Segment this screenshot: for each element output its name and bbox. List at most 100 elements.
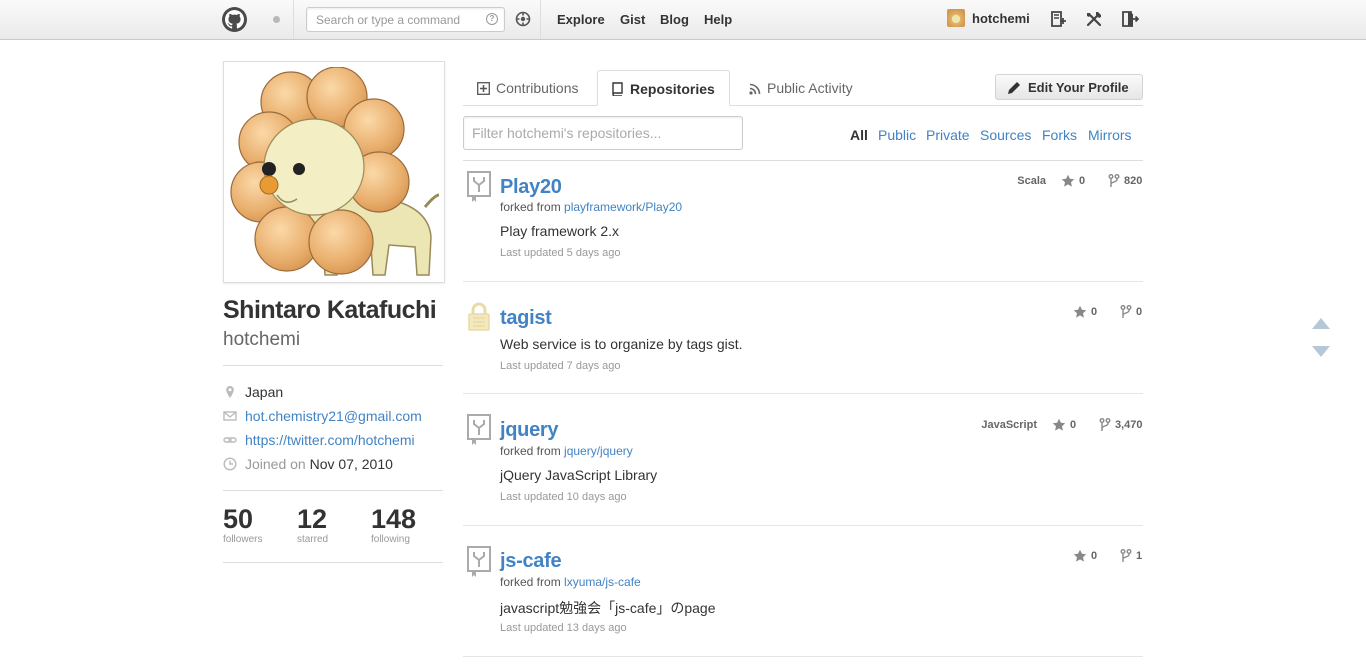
star-count[interactable]: 0 (1070, 419, 1076, 431)
repo-language: JavaScript (981, 419, 1037, 431)
nav-gist[interactable]: Gist (620, 12, 645, 27)
filter-private[interactable]: Private (926, 127, 970, 143)
forked-from: forked from lxyuma/js-cafe (500, 575, 641, 589)
sign-out-icon[interactable] (1121, 10, 1139, 28)
starred-label: starred (297, 534, 329, 545)
website-link[interactable]: https://twitter.com/hotchemi (245, 432, 415, 448)
joined-text: Joined on Nov 07, 2010 (245, 456, 393, 472)
vcard-email: hot.chemistry21@gmail.com (223, 408, 453, 426)
nav-help[interactable]: Help (704, 12, 732, 27)
tab-repositories[interactable]: Repositories (597, 70, 730, 106)
user-avatar[interactable] (947, 9, 965, 27)
search-help-icon[interactable]: ? (486, 13, 498, 25)
pencil-icon (1008, 82, 1020, 94)
email-link[interactable]: hot.chemistry21@gmail.com (245, 408, 422, 424)
search-input[interactable] (306, 7, 505, 32)
repo-forked-icon (467, 171, 491, 202)
repo-book-icon (612, 82, 623, 96)
star-icon[interactable] (1073, 549, 1087, 563)
profile-avatar (223, 61, 445, 283)
filter-public[interactable]: Public (878, 127, 916, 143)
vcard-location: Japan (223, 384, 453, 402)
profile-login: hotchemi (223, 329, 301, 350)
profile-full-name: Shintaro Katafuchi (223, 296, 437, 324)
nav-explore[interactable]: Explore (557, 12, 605, 27)
followers-count: 50 (223, 504, 254, 534)
scroll-down-arrow-icon[interactable] (1312, 346, 1330, 357)
notification-dot-icon[interactable] (273, 16, 280, 23)
link-icon (223, 437, 237, 443)
joined-date: Nov 07, 2010 (309, 456, 393, 472)
star-count[interactable]: 0 (1091, 306, 1097, 318)
new-repo-icon[interactable] (1049, 10, 1067, 28)
tab-contributions-label: Contributions (496, 80, 579, 96)
star-icon[interactable] (1073, 305, 1087, 319)
tab-public-activity[interactable]: Public Activity (749, 70, 853, 106)
location-text: Japan (245, 384, 284, 400)
repo-filter-input[interactable] (463, 116, 743, 150)
command-palette-icon[interactable] (515, 11, 531, 27)
forked-from: forked from playframework/Play20 (500, 200, 682, 214)
contributions-icon (477, 82, 490, 95)
repo-description: Play framework 2.x (500, 223, 620, 239)
fork-icon[interactable] (1108, 174, 1120, 188)
tab-contributions[interactable]: Contributions (477, 70, 579, 106)
scroll-up-arrow-icon[interactable] (1312, 318, 1330, 329)
joined-label: Joined on (245, 456, 306, 472)
vcard-joined: Joined on Nov 07, 2010 (223, 456, 453, 474)
filter-mirrors[interactable]: Mirrors (1088, 127, 1132, 143)
header-divider (540, 0, 541, 39)
fork-count[interactable]: 1 (1136, 550, 1142, 562)
forked-from-link[interactable]: jquery/jquery (564, 444, 633, 458)
fork-count[interactable]: 3,470 (1115, 419, 1143, 431)
tab-repositories-label: Repositories (630, 81, 715, 97)
mail-icon (223, 411, 237, 421)
fork-icon[interactable] (1099, 418, 1111, 432)
location-pin-icon (226, 386, 234, 398)
forked-from: forked from jquery/jquery (500, 444, 633, 458)
edit-profile-button[interactable]: Edit Your Profile (995, 74, 1143, 100)
repo-description: javascript勉強会「js-cafe」のpage (500, 600, 716, 616)
clock-icon (223, 457, 237, 471)
divider (223, 365, 443, 366)
stat-following[interactable]: 148 following (371, 504, 416, 545)
filter-sources[interactable]: Sources (980, 127, 1031, 143)
forked-from-label: forked from (500, 444, 561, 458)
nav-blog[interactable]: Blog (660, 12, 689, 27)
repo-name-link[interactable]: tagist (500, 307, 552, 330)
star-count[interactable]: 0 (1091, 550, 1097, 562)
repo-item: js-cafe forked from lxyuma/js-cafe javas… (463, 526, 1143, 657)
repo-name-link[interactable]: js-cafe (500, 550, 562, 573)
repo-name-link[interactable]: Play20 (500, 176, 562, 199)
vcard-website: https://twitter.com/hotchemi (223, 432, 453, 450)
star-icon[interactable] (1052, 418, 1066, 432)
filter-forks[interactable]: Forks (1042, 127, 1077, 143)
top-header: ? Explore Gist Blog Help hotchemi (0, 0, 1366, 40)
filter-all[interactable]: All (850, 127, 868, 143)
forked-from-link[interactable]: lxyuma/js-cafe (564, 575, 641, 589)
repo-language: Scala (1017, 175, 1046, 187)
repo-item: tagist Web service is to organize by tag… (463, 282, 1143, 394)
repo-forked-icon (467, 546, 491, 577)
forked-from-link[interactable]: playframework/Play20 (564, 200, 682, 214)
repo-item: jquery forked from jquery/jquery jQuery … (463, 394, 1143, 526)
stat-followers[interactable]: 50 followers (223, 504, 262, 545)
account-settings-icon[interactable] (1085, 10, 1103, 28)
divider (223, 490, 443, 491)
repo-name-link[interactable]: jquery (500, 419, 559, 442)
repo-description: jQuery JavaScript Library (500, 467, 658, 483)
star-count[interactable]: 0 (1079, 175, 1085, 187)
forked-from-label: forked from (500, 200, 561, 214)
fork-icon[interactable] (1120, 549, 1132, 563)
stat-starred[interactable]: 12 starred (297, 504, 328, 545)
tab-public-activity-label: Public Activity (767, 80, 853, 96)
star-icon[interactable] (1061, 174, 1075, 188)
github-logo-icon[interactable] (222, 7, 247, 32)
following-count: 148 (371, 504, 417, 534)
fork-icon[interactable] (1120, 305, 1132, 319)
repo-updated: Last updated 10 days ago (500, 491, 627, 503)
repo-description: Web service is to organize by tags gist. (500, 336, 743, 352)
header-username[interactable]: hotchemi (972, 11, 1030, 26)
fork-count[interactable]: 820 (1124, 175, 1142, 187)
fork-count[interactable]: 0 (1136, 306, 1142, 318)
